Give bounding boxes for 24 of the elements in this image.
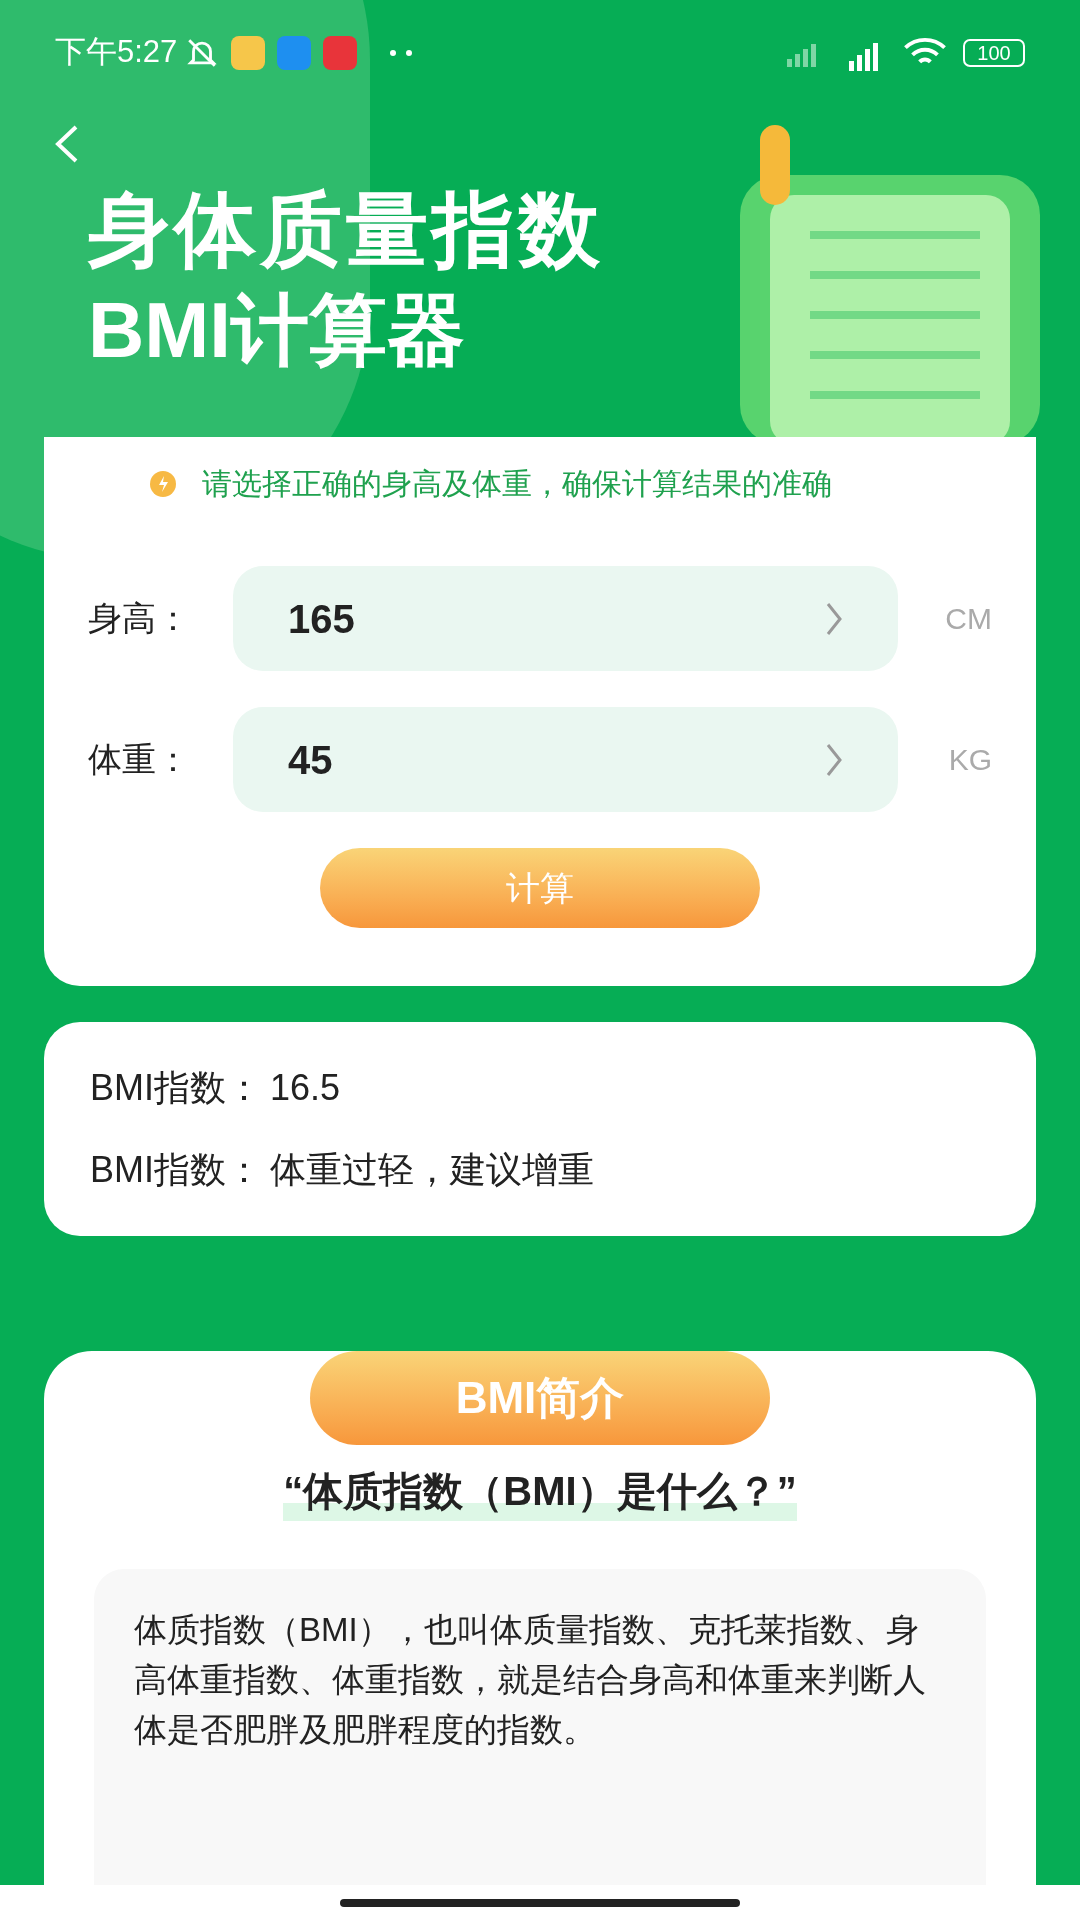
chevron-right-icon [825, 741, 843, 778]
page-subtitle: BMI计算器 [88, 285, 466, 376]
section-badge: BMI简介 [310, 1351, 770, 1445]
page-title: 身体质量指数 [88, 183, 604, 277]
hint-text: 请选择正确的身高及体重，确保计算结果的准确 [202, 466, 832, 502]
app-icon [323, 35, 358, 70]
app-icon [277, 35, 312, 70]
status-time: 下午5:27 [55, 33, 178, 72]
value-field[interactable]: 45 [233, 707, 898, 812]
battery-indicator: 100 [963, 38, 1025, 67]
value-field[interactable]: 165 [233, 566, 898, 671]
result-value: 体重过轻，建议增重 [270, 1148, 594, 1192]
app-icon [231, 35, 266, 70]
home-indicator[interactable] [340, 1898, 740, 1907]
unit-label: CM [945, 601, 992, 637]
lightbulb-icon [148, 468, 178, 499]
chevron-right-icon [825, 600, 843, 637]
field-label: 身高： [88, 598, 191, 639]
result-label: BMI指数： [90, 1066, 262, 1110]
result-value: 16.5 [270, 1066, 341, 1110]
unit-label: KG [948, 742, 992, 778]
field-label: 体重： [88, 739, 191, 780]
result-label: BMI指数： [90, 1148, 262, 1192]
intro-paragraph: 体质指数（BMI），也叫体质量指数、克托莱指数、身高体重指数、体重指数，就是结合身高和体重来判断人体是否肥胖及肥胖程度的指数。 [134, 1610, 927, 1750]
